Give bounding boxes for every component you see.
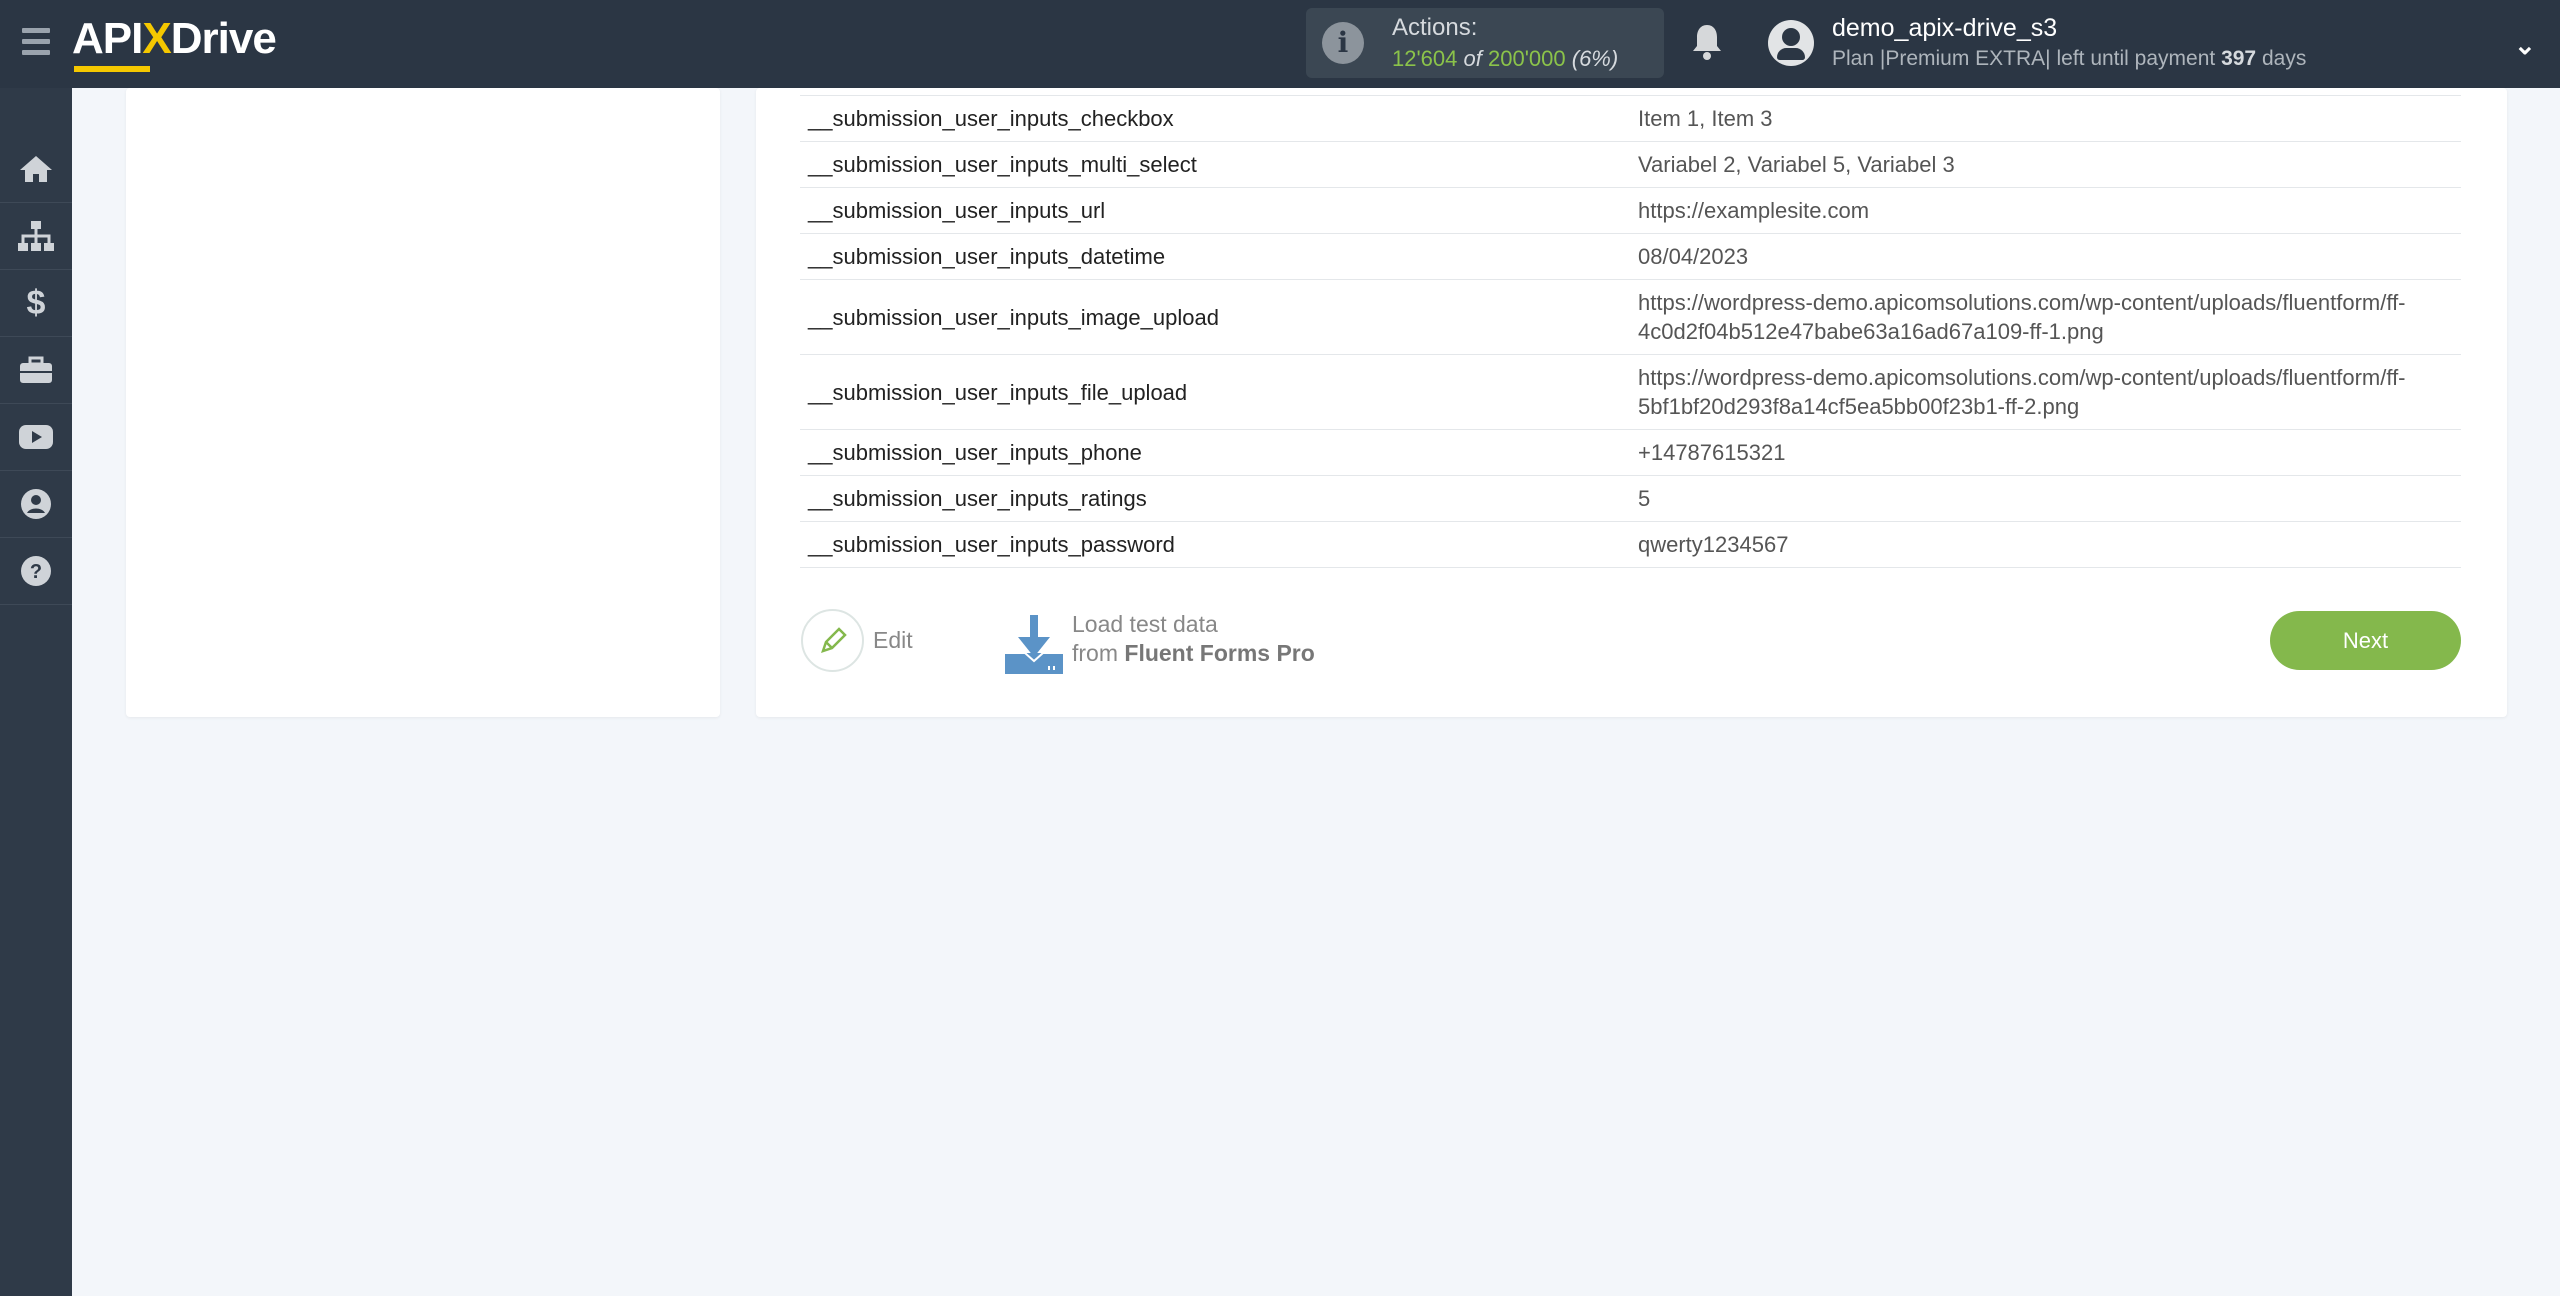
table-row: __submission_user_inputs_password qwerty1… <box>800 521 2461 568</box>
chevron-down-icon[interactable]: ⌄ <box>2514 30 2536 61</box>
edit-button[interactable] <box>801 609 864 672</box>
bell-icon[interactable] <box>1690 22 1724 62</box>
field-value: 08/04/2023 <box>1630 233 2461 280</box>
field-name: __submission_user_inputs_file_upload <box>800 354 1630 430</box>
table-row: __submission_user_inputs_image_upload htt… <box>800 279 2461 355</box>
field-name: __submission_user_inputs_ratings <box>800 475 1630 522</box>
field-value: https://wordpress-demo.apicomsolutions.c… <box>1630 354 2461 430</box>
sidebar-item-billing[interactable]: $ <box>0 270 72 337</box>
table-row: __submission_user_inputs_multi_select Var… <box>800 141 2461 188</box>
svg-text:?: ? <box>30 561 42 583</box>
table-row: __submission_user_inputs_phone +147876153… <box>800 429 2461 476</box>
actions-label: Actions: <box>1392 14 1478 41</box>
sidebar-item-account[interactable] <box>0 471 72 538</box>
field-name: __submission_user_inputs_multi_select <box>800 141 1630 188</box>
field-name: __submission_user_inputs_checkbox <box>800 95 1630 142</box>
field-value: 5 <box>1630 475 2461 522</box>
actions-counter: i Actions: 12'604 of 200'000 (6%) <box>1306 8 1664 78</box>
sidebar-item-tools[interactable] <box>0 337 72 404</box>
field-name: __submission_user_inputs_url <box>800 187 1630 234</box>
next-button[interactable]: Next <box>2270 611 2461 670</box>
help-icon: ? <box>21 556 51 586</box>
field-name: __submission_user_inputs_phone <box>800 429 1630 476</box>
sidebar: $ ? <box>0 88 72 1296</box>
youtube-icon <box>19 425 53 449</box>
field-value: Item 1, Item 3 <box>1630 95 2461 142</box>
field-name: __submission_user_inputs_image_upload <box>800 279 1630 355</box>
briefcase-icon <box>20 356 52 383</box>
table-row: __submission_user_inputs_checkbox Item 1,… <box>800 95 2461 142</box>
sidebar-item-help[interactable]: ? <box>0 538 72 605</box>
menu-icon[interactable] <box>22 28 50 58</box>
logo[interactable]: APIXDrive <box>72 14 277 72</box>
user-circle-icon <box>21 489 51 519</box>
field-name: __submission_user_inputs_datetime <box>800 233 1630 280</box>
download-icon[interactable] <box>1004 613 1064 675</box>
username[interactable]: demo_apix-drive_s3 <box>1832 14 2057 43</box>
sidebar-item-connections[interactable] <box>0 203 72 270</box>
field-value: Variabel 2, Variabel 5, Variabel 3 <box>1630 141 2461 188</box>
sitemap-icon <box>18 221 54 251</box>
table-row: __submission_user_inputs_ratings 5 <box>800 475 2461 522</box>
field-value: https://wordpress-demo.apicomsolutions.c… <box>1630 279 2461 355</box>
table-row: __submission_user_inputs_url https://exam… <box>800 187 2461 234</box>
avatar[interactable] <box>1768 20 1814 66</box>
field-value: https://examplesite.com <box>1630 187 2461 234</box>
home-icon <box>20 156 52 182</box>
plan-info: Plan |Premium EXTRA| left until payment … <box>1832 47 2307 70</box>
sidebar-item-video[interactable] <box>0 404 72 471</box>
test-data-table: __submission_user_inputs_checkbox Item 1,… <box>800 95 2461 568</box>
table-row: __submission_user_inputs_datetime 08/04/2… <box>800 233 2461 280</box>
pencil-icon <box>821 627 847 653</box>
left-panel <box>126 88 720 717</box>
table-row: __submission_user_inputs_file_upload http… <box>800 354 2461 430</box>
field-name: __submission_user_inputs_password <box>800 521 1630 568</box>
field-value: qwerty1234567 <box>1630 521 2461 568</box>
actions-value: 12'604 of 200'000 (6%) <box>1392 46 1619 71</box>
sidebar-item-home[interactable] <box>0 136 72 203</box>
load-test-data-button[interactable]: Load test data from Fluent Forms Pro <box>1072 610 1315 668</box>
info-icon: i <box>1322 22 1364 64</box>
top-bar: APIXDrive i Actions: 12'604 of 200'000 (… <box>0 0 2560 88</box>
field-value: +14787615321 <box>1630 429 2461 476</box>
dollar-icon: $ <box>26 283 46 322</box>
edit-label[interactable]: Edit <box>873 627 913 654</box>
